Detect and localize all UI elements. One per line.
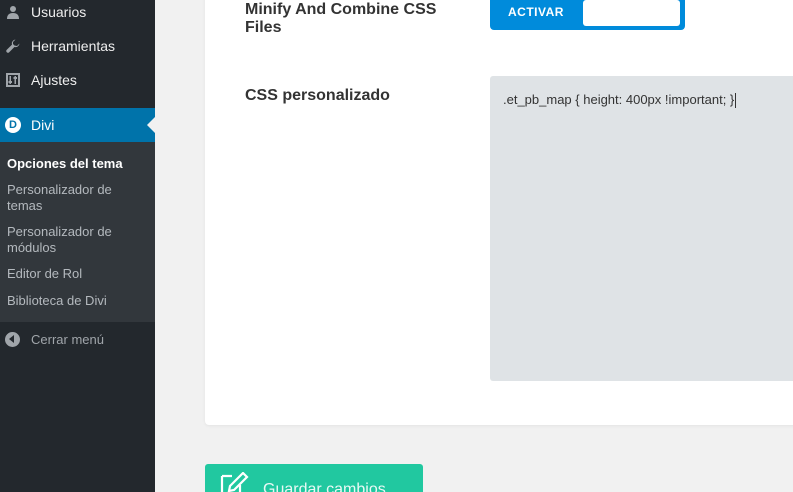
divi-submenu: Opciones del tema Personalizador de tema… [0, 142, 155, 322]
submenu-item-personalizador-de-modulos[interactable]: Personalizador de módulos [7, 224, 147, 256]
collapse-arrow-icon [5, 331, 20, 347]
sidebar-item-divi[interactable]: D Divi [0, 108, 155, 142]
toggle-activar-label: ACTIVAR [508, 5, 564, 19]
sidebar-item-herramientas[interactable]: Herramientas [0, 29, 155, 63]
active-indicator [147, 117, 155, 133]
submenu-item-opciones-del-tema[interactable]: Opciones del tema [7, 156, 147, 172]
toggle-knob[interactable] [583, 0, 680, 26]
wrench-icon [6, 39, 20, 53]
minify-css-label: Minify And Combine CSS Files [245, 1, 437, 36]
divi-icon: D [5, 117, 21, 133]
minify-css-toggle[interactable]: ACTIVAR [490, 0, 685, 30]
sidebar-item-label: Divi [31, 117, 55, 133]
text-caret [735, 93, 737, 109]
settings-icon [6, 73, 20, 87]
sidebar-item-ajustes[interactable]: Ajustes [0, 63, 155, 97]
users-icon [6, 5, 20, 19]
save-changes-button[interactable]: Guardar cambios [205, 464, 423, 492]
custom-css-label: CSS personalizado [245, 87, 390, 104]
collapse-menu-label: Cerrar menú [31, 331, 104, 347]
sidebar-item-label: Ajustes [31, 72, 77, 88]
submenu-item-editor-de-rol[interactable]: Editor de Rol [7, 266, 147, 282]
submenu-item-biblioteca-de-divi[interactable]: Biblioteca de Divi [7, 293, 147, 309]
custom-css-value: .et_pb_map { height: 400px !important; } [503, 92, 735, 107]
admin-sidebar: Usuarios Herramientas Ajustes D Divi Opc… [0, 0, 155, 492]
custom-css-textarea[interactable]: .et_pb_map { height: 400px !important; } [490, 76, 793, 381]
pencil-icon [219, 471, 249, 492]
sidebar-item-label: Herramientas [31, 38, 116, 54]
custom-css-content: .et_pb_map { height: 400px !important; } [503, 92, 737, 109]
sidebar-item-usuarios[interactable]: Usuarios [0, 0, 155, 29]
save-changes-label: Guardar cambios [263, 481, 386, 492]
sidebar-item-label: Usuarios [31, 4, 87, 20]
submenu-item-personalizador-de-temas[interactable]: Personalizador de temas [7, 182, 147, 214]
collapse-menu-button[interactable]: Cerrar menú [0, 322, 155, 356]
